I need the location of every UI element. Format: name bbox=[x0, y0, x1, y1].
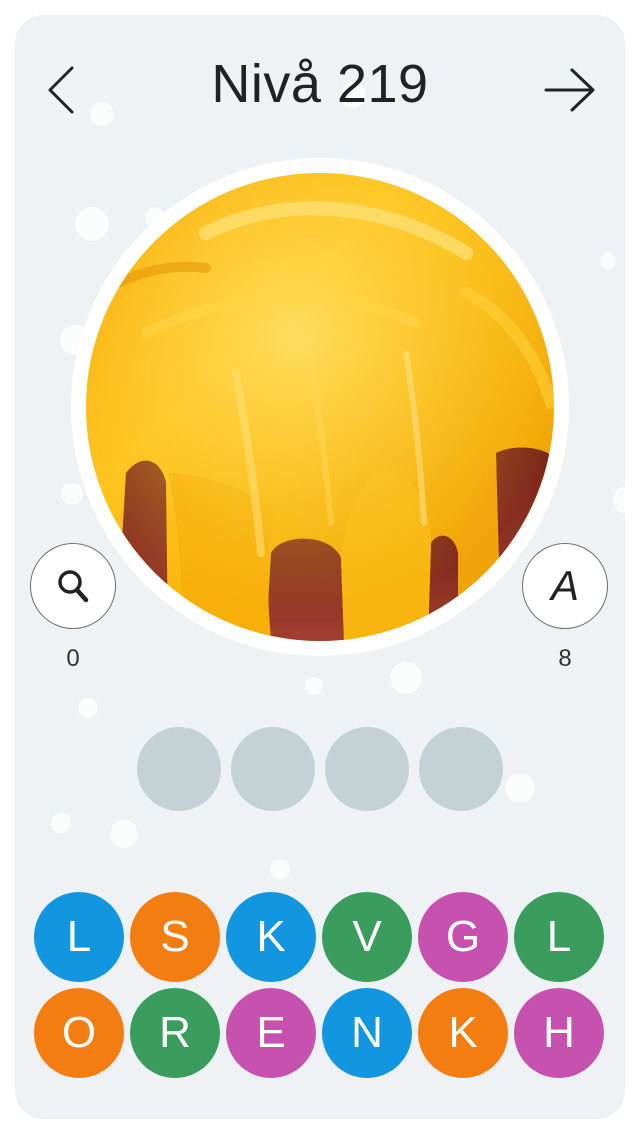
answer-slot[interactable] bbox=[419, 727, 503, 811]
reveal-hint-count: 0 bbox=[66, 645, 80, 672]
game-card: Nivå 219 0 A 8 L S K V G L O R E N K H bbox=[15, 15, 625, 1119]
background-bubble bbox=[613, 485, 625, 515]
background-bubble bbox=[505, 773, 535, 803]
arrow-right-icon bbox=[544, 68, 595, 112]
background-bubble bbox=[61, 483, 83, 505]
letter-tile[interactable]: E bbox=[226, 988, 316, 1078]
background-bubble bbox=[78, 698, 98, 718]
letter-tile[interactable]: K bbox=[226, 892, 316, 982]
letter-tile[interactable]: V bbox=[322, 892, 412, 982]
letter-tile[interactable]: K bbox=[418, 988, 508, 1078]
puzzle-image bbox=[86, 173, 554, 641]
answer-slot[interactable] bbox=[137, 727, 221, 811]
next-level-button[interactable] bbox=[535, 55, 605, 125]
background-bubble bbox=[305, 677, 323, 695]
background-bubble bbox=[110, 820, 138, 848]
background-bubble bbox=[51, 813, 71, 833]
letter-hint-button[interactable]: A bbox=[522, 543, 608, 629]
letter-tile[interactable]: O bbox=[34, 988, 124, 1078]
letter-a-icon: A bbox=[550, 562, 579, 609]
letter-tile[interactable]: G bbox=[418, 892, 508, 982]
answer-slot[interactable] bbox=[231, 727, 315, 811]
letter-tile[interactable]: S bbox=[130, 892, 220, 982]
background-bubble bbox=[75, 207, 109, 241]
background-bubble bbox=[600, 253, 616, 269]
reveal-hint-button[interactable] bbox=[30, 543, 116, 629]
magnifier-icon bbox=[58, 570, 89, 603]
letter-tile[interactable]: L bbox=[34, 892, 124, 982]
letter-tile[interactable]: N bbox=[322, 988, 412, 1078]
background-bubble bbox=[390, 662, 422, 694]
letter-hint-count: 8 bbox=[558, 645, 572, 672]
answer-slot[interactable] bbox=[325, 727, 409, 811]
letter-tile[interactable]: R bbox=[130, 988, 220, 1078]
background-bubble bbox=[270, 860, 290, 880]
letter-tile[interactable]: L bbox=[514, 892, 604, 982]
level-title: Nivå 219 bbox=[211, 54, 429, 114]
letter-tile[interactable]: H bbox=[514, 988, 604, 1078]
